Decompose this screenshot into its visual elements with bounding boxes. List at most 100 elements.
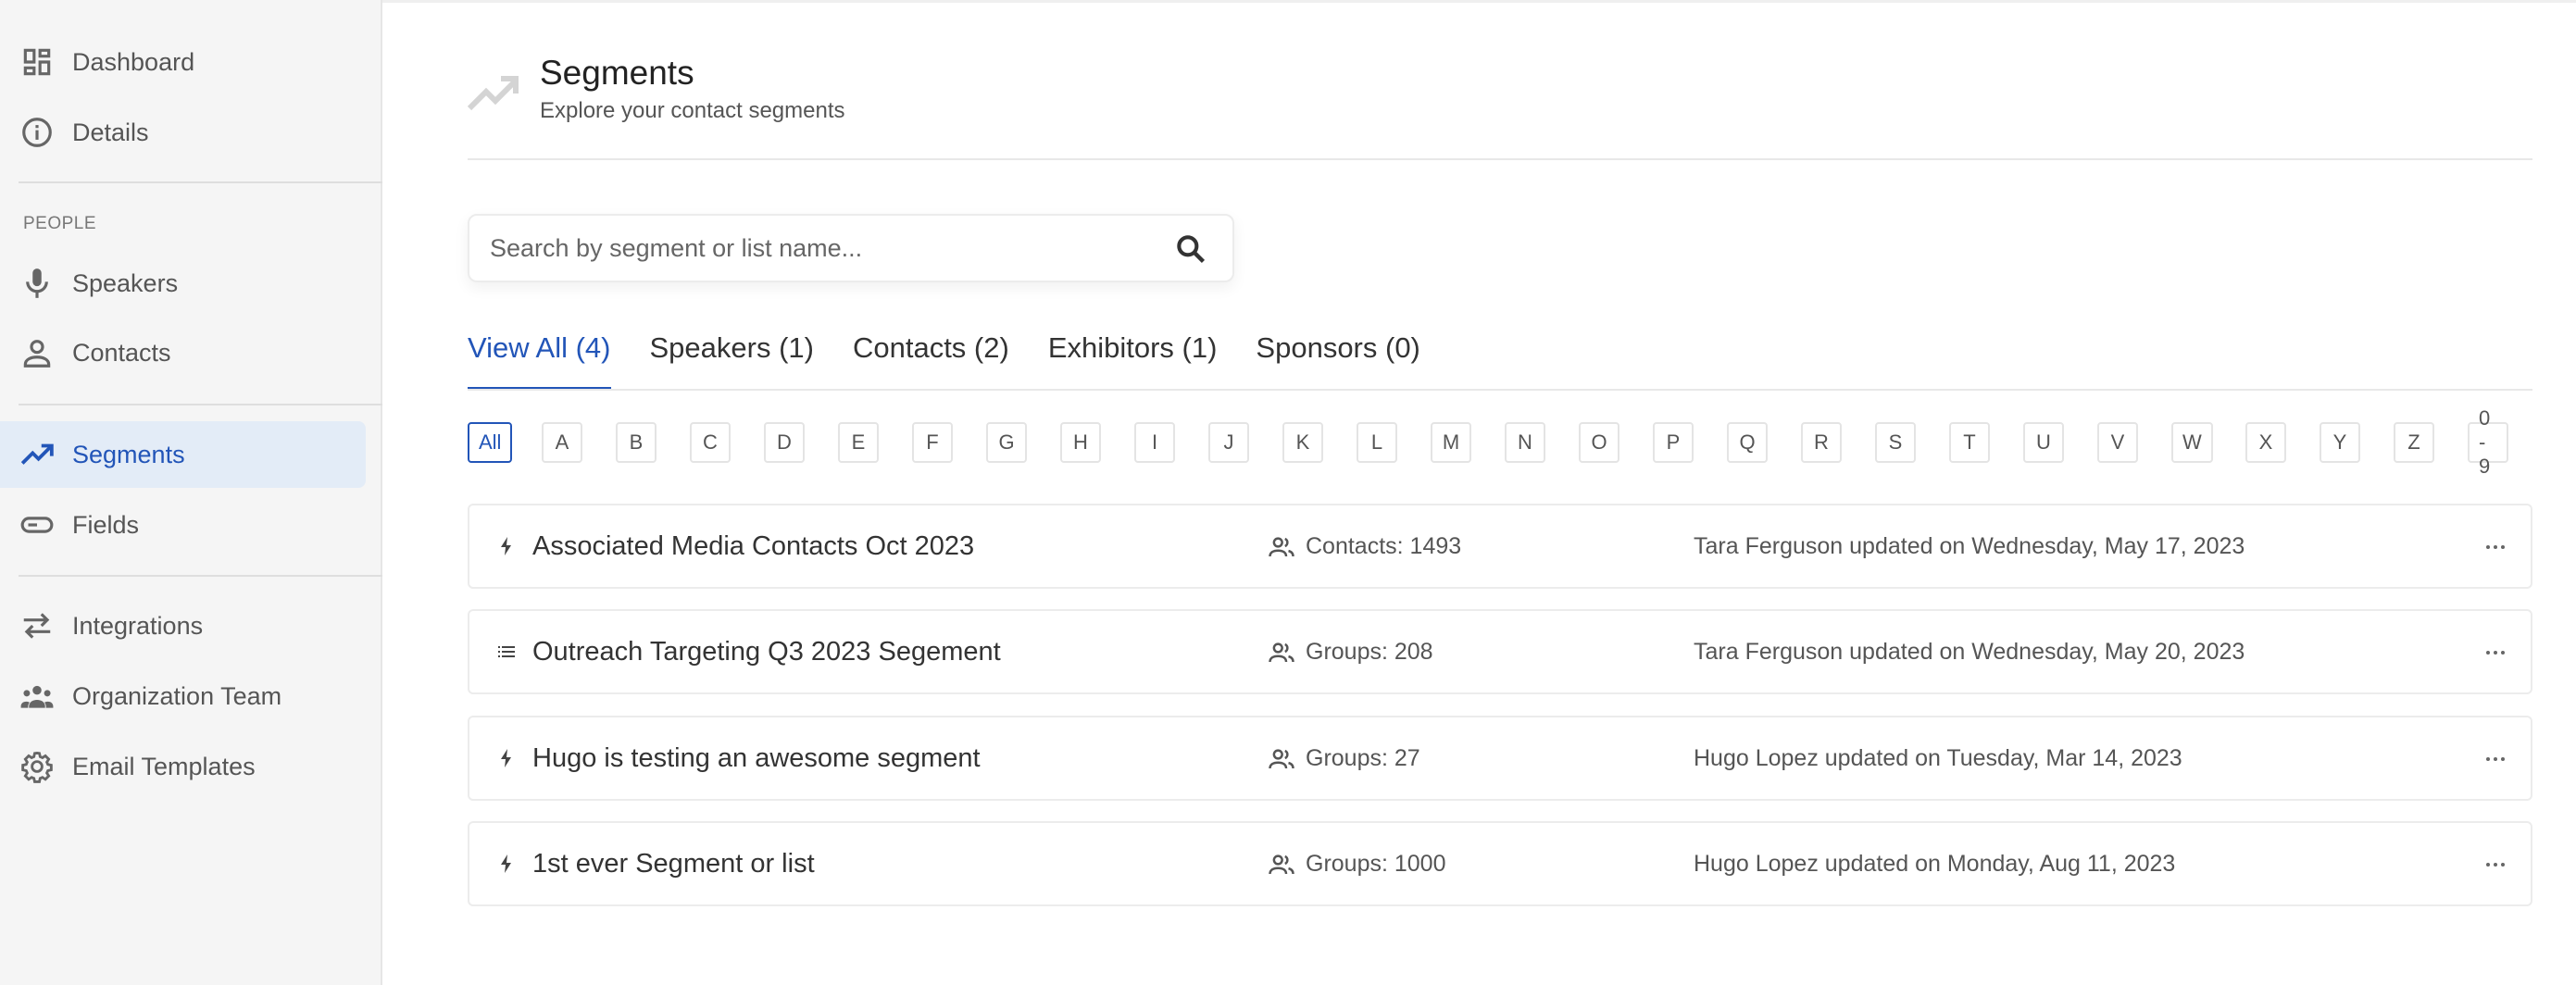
sidebar-item-label: Speakers — [72, 268, 179, 297]
app: Dashboard Details PEOPLE Speakers Contac… — [0, 0, 2576, 985]
segment-name[interactable]: Outreach Targeting Q3 2023 Segement — [532, 637, 1001, 667]
sidebar-item-contacts[interactable]: Contacts — [0, 319, 366, 386]
letter-filter-b[interactable]: B — [616, 422, 657, 463]
sidebar-item-integrations[interactable]: Integrations — [0, 592, 366, 659]
sidebar-item-details[interactable]: Details — [0, 99, 366, 166]
letter-filter-q[interactable]: Q — [1727, 422, 1768, 463]
page-title: Segments — [540, 54, 694, 92]
letter-filter-e[interactable]: E — [838, 422, 879, 463]
letter-filter-0-9[interactable]: 0 - 9 — [2468, 406, 2508, 478]
more-options-button[interactable] — [2479, 851, 2512, 879]
swap-arrows-icon — [19, 607, 56, 644]
letter-filter-p[interactable]: P — [1653, 422, 1694, 463]
segment-row[interactable]: Associated Media Contacts Oct 2023 Conta… — [468, 504, 2532, 589]
segment-name[interactable]: Associated Media Contacts Oct 2023 — [532, 531, 974, 562]
tab-view-all[interactable]: View All (4) — [468, 331, 611, 391]
segment-tabs: View All (4) Speakers (1) Contacts (2) E… — [468, 331, 1459, 391]
segment-updated: Hugo Lopez updated on Tuesday, Mar 14, 2… — [1694, 745, 2182, 771]
letter-filter-k[interactable]: K — [1282, 422, 1323, 463]
letter-filter-j[interactable]: J — [1208, 422, 1249, 463]
segment-count: Groups: 208 — [1306, 639, 1433, 665]
group-icon — [19, 678, 56, 715]
letter-filter-o[interactable]: O — [1579, 422, 1619, 463]
people-icon — [1269, 854, 1294, 875]
bolt-icon — [501, 749, 511, 767]
sidebar-item-fields[interactable]: Fields — [0, 492, 366, 558]
microphone-icon — [19, 265, 56, 302]
letter-filter-n[interactable]: N — [1505, 422, 1545, 463]
list-icon — [498, 646, 515, 657]
letter-filter-f[interactable]: F — [912, 422, 953, 463]
letter-filter-g[interactable]: G — [986, 422, 1027, 463]
sidebar-item-label: Details — [72, 118, 149, 146]
letter-filter-w[interactable]: W — [2171, 422, 2213, 463]
segment-updated: Tara Ferguson updated on Wednesday, May … — [1694, 533, 2245, 559]
letter-filter-z[interactable]: Z — [2394, 422, 2434, 463]
letter-filter-h[interactable]: H — [1060, 422, 1101, 463]
letter-filter-all[interactable]: All — [468, 422, 513, 463]
more-options-button[interactable] — [2479, 639, 2512, 667]
sidebar-section-people: PEOPLE — [23, 214, 97, 233]
trending-up-icon — [468, 76, 519, 111]
more-options-button[interactable] — [2479, 533, 2512, 561]
ellipsis-icon — [2486, 863, 2505, 867]
segment-row[interactable]: 1st ever Segment or list Groups: 1000 Hu… — [468, 821, 2532, 906]
search-box — [468, 214, 1234, 282]
sidebar-item-dashboard[interactable]: Dashboard — [0, 29, 366, 95]
letter-filter-c[interactable]: C — [690, 422, 731, 463]
segment-updated: Tara Ferguson updated on Wednesday, May … — [1694, 639, 2245, 665]
letter-filter-i[interactable]: I — [1134, 422, 1175, 463]
sidebar-item-label: Dashboard — [72, 47, 195, 76]
segment-count: Groups: 1000 — [1306, 851, 1446, 877]
tab-contacts[interactable]: Contacts (2) — [853, 331, 1009, 391]
letter-filter-x[interactable]: X — [2245, 422, 2286, 463]
letter-filter-t[interactable]: T — [1949, 422, 1990, 463]
letter-filter-d[interactable]: D — [764, 422, 805, 463]
letter-filter-s[interactable]: S — [1875, 422, 1916, 463]
letter-filter-l[interactable]: L — [1357, 422, 1397, 463]
tab-sponsors[interactable]: Sponsors (0) — [1256, 331, 1419, 391]
gear-icon — [19, 748, 56, 785]
sidebar-divider — [19, 181, 382, 183]
letter-filter-u[interactable]: U — [2023, 422, 2064, 463]
sidebar-item-label: Organization Team — [72, 681, 282, 710]
search-input[interactable] — [490, 216, 1138, 281]
letter-filter-a[interactable]: A — [542, 422, 582, 463]
segment-updated: Hugo Lopez updated on Monday, Aug 11, 20… — [1694, 851, 2176, 877]
page-subtitle: Explore your contact segments — [540, 98, 845, 123]
sidebar-item-label: Fields — [72, 510, 140, 539]
input-field-icon — [19, 506, 56, 543]
tabs-divider — [468, 389, 2532, 391]
more-options-button[interactable] — [2479, 745, 2512, 773]
letter-filter-v[interactable]: V — [2097, 422, 2138, 463]
sidebar-item-segments[interactable]: Segments — [0, 421, 366, 488]
sidebar-item-email-templates[interactable]: Email Templates — [0, 733, 366, 800]
top-border — [382, 0, 2576, 3]
segment-row[interactable]: Hugo is testing an awesome segment Group… — [468, 716, 2532, 801]
sidebar-item-label: Integrations — [72, 611, 204, 640]
segment-count: Contacts: 1493 — [1306, 533, 1462, 559]
ellipsis-icon — [2486, 757, 2505, 761]
main-content: Segments Explore your contact segments V… — [382, 0, 2576, 985]
dashboard-icon — [19, 44, 56, 81]
segment-name[interactable]: 1st ever Segment or list — [532, 849, 815, 879]
person-icon — [19, 334, 56, 371]
sidebar-item-organization-team[interactable]: Organization Team — [0, 663, 366, 729]
people-icon — [1269, 642, 1294, 663]
people-icon — [1269, 537, 1294, 557]
trending-up-icon — [19, 436, 56, 473]
sidebar-divider — [19, 575, 382, 577]
segment-row[interactable]: Outreach Targeting Q3 2023 Segement Grou… — [468, 609, 2532, 694]
letter-filter-r[interactable]: R — [1801, 422, 1842, 463]
segment-count: Groups: 27 — [1306, 745, 1420, 771]
tab-exhibitors[interactable]: Exhibitors (1) — [1048, 331, 1218, 391]
segment-name[interactable]: Hugo is testing an awesome segment — [532, 743, 981, 774]
search-icon[interactable] — [1173, 231, 1208, 267]
header-divider — [468, 158, 2532, 160]
letter-filter-y[interactable]: Y — [2320, 422, 2360, 463]
sidebar-item-speakers[interactable]: Speakers — [0, 250, 366, 317]
sidebar-item-label: Email Templates — [72, 752, 256, 780]
tab-speakers[interactable]: Speakers (1) — [650, 331, 814, 391]
sidebar-item-label: Contacts — [72, 338, 171, 367]
letter-filter-m[interactable]: M — [1431, 422, 1471, 463]
